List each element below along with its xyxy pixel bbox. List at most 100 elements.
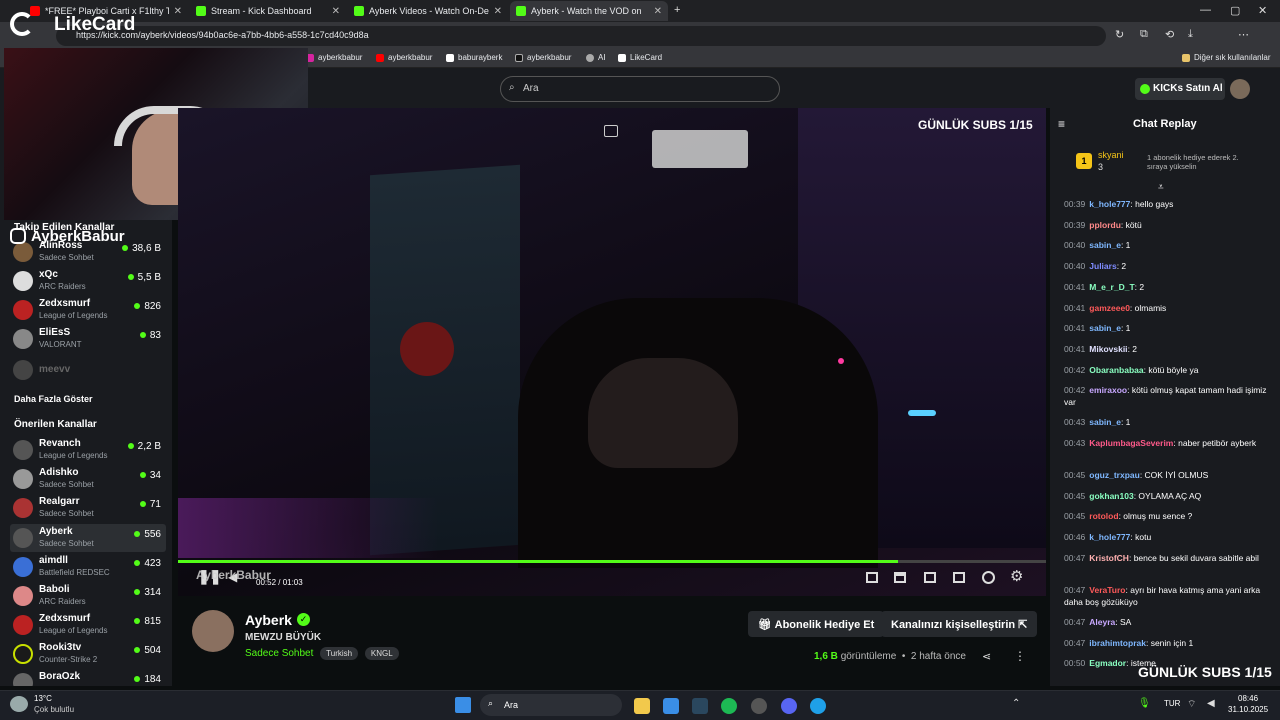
- fullscreen-icon[interactable]: [953, 572, 965, 583]
- chat-username[interactable]: KristofCH: [1089, 553, 1129, 563]
- discord-icon[interactable]: [781, 698, 797, 714]
- chat-username[interactable]: k_hole777: [1089, 199, 1130, 209]
- chat-username[interactable]: ibrahimtoprak: [1089, 638, 1146, 648]
- tray-expand-icon[interactable]: ⌃: [1012, 698, 1020, 709]
- channel-name[interactable]: Ayberk: [245, 612, 292, 628]
- chat-username[interactable]: oguz_trxpau: [1089, 470, 1140, 480]
- chat-username[interactable]: gamzeee0: [1089, 303, 1130, 313]
- category-link[interactable]: Sadece Sohbet: [245, 648, 313, 659]
- sidebar-item-baboli[interactable]: Baboli ARC Raiders 314: [10, 582, 166, 610]
- progress-bar[interactable]: [178, 560, 1046, 563]
- sidebar-item-xqc[interactable]: xQc ARC Raiders 5,5 B: [10, 267, 166, 295]
- chat-username[interactable]: M_e_r_D_T: [1089, 282, 1134, 292]
- close-window-button[interactable]: ✕: [1258, 4, 1267, 17]
- menu-icon[interactable]: ⋯: [1238, 28, 1249, 41]
- theater-mode-icon[interactable]: [924, 572, 936, 583]
- other-bookmarks[interactable]: Diğer sık kullanılanlar: [1182, 53, 1270, 62]
- avatar[interactable]: [1230, 79, 1250, 99]
- maximize-button[interactable]: ▢: [1230, 4, 1240, 17]
- sidebar-item-ayberk[interactable]: Ayberk Sadece Sohbet 556: [10, 524, 166, 552]
- gift-subscription-button[interactable]: 🎁︎ Abonelik Hediye Et: [748, 611, 885, 637]
- show-more-link[interactable]: Daha Fazla Göster: [14, 394, 93, 404]
- chat-username[interactable]: sabin_e: [1089, 323, 1121, 333]
- spotify-icon[interactable]: [721, 698, 737, 714]
- chat-timestamp: 00:39: [1064, 219, 1086, 230]
- bookmark-tiktok[interactable]: ayberkbabur: [515, 53, 571, 62]
- clip-icon[interactable]: [894, 572, 906, 583]
- chat-username[interactable]: Obaranbabaa: [1089, 365, 1143, 375]
- chat-username[interactable]: Mikovskii: [1089, 344, 1127, 354]
- sidebar-item-boraozk[interactable]: BoraOzk 184: [10, 669, 166, 686]
- chat-username[interactable]: Aleyra: [1089, 617, 1115, 627]
- windows-start-icon[interactable]: [455, 697, 471, 713]
- sidebar-item-revanch[interactable]: Revanch League of Legends 2,2 B: [10, 436, 166, 464]
- filter-icon[interactable]: ⩡: [1158, 182, 1164, 193]
- search-input[interactable]: ⌕ Ara: [500, 76, 780, 102]
- close-icon[interactable]: ✕: [494, 6, 502, 17]
- chat-username[interactable]: KaplumbagaSeverim: [1089, 438, 1173, 448]
- settings-gear-icon[interactable]: ⚙: [1010, 567, 1023, 585]
- more-options-icon[interactable]: ⋮: [1014, 649, 1026, 663]
- customize-channel-button[interactable]: Kanalınızı kişiselleştirin ⇱: [881, 611, 1038, 637]
- chat-username[interactable]: gokhan103: [1089, 491, 1133, 501]
- chat-username[interactable]: k_hole777: [1089, 532, 1130, 542]
- browser-tab-4[interactable]: Ayberk - Watch the VOD on ✕: [510, 1, 668, 21]
- sidebar-item-rooki3tv[interactable]: Rooki3tv Counter-Strike 2 504: [10, 640, 166, 668]
- bookmark-likecard[interactable]: LikeCard: [618, 53, 662, 62]
- sidebar-item-adishko[interactable]: Adishko Sadece Sohbet 34: [10, 465, 166, 493]
- chat-username[interactable]: pplordu: [1089, 220, 1121, 230]
- chat-username[interactable]: Juliars: [1089, 261, 1116, 271]
- app-icon[interactable]: [751, 698, 767, 714]
- download-icon[interactable]: ⤓: [1188, 28, 1193, 41]
- miniplayer-icon[interactable]: [866, 572, 878, 583]
- sidebar-item-meevv[interactable]: meevv: [10, 356, 166, 384]
- chat-username[interactable]: VeraTuro: [1089, 585, 1125, 595]
- minimize-button[interactable]: —: [1200, 4, 1211, 16]
- share-icon[interactable]: ⋖: [982, 650, 991, 663]
- browser-tab-3[interactable]: Ayberk Videos - Watch On-Dema ✕: [348, 1, 508, 21]
- store-icon[interactable]: [663, 698, 679, 714]
- chat-username[interactable]: sabin_e: [1089, 417, 1121, 427]
- chat-username[interactable]: Egmador: [1089, 658, 1126, 668]
- steam-icon[interactable]: [692, 698, 708, 714]
- url-field[interactable]: https://kick.com/ayberk/videos/94b0ac6e-…: [56, 26, 1106, 46]
- chat-username[interactable]: rotolod: [1089, 511, 1118, 521]
- channel-avatar[interactable]: [192, 610, 234, 652]
- sidebar-item-aimdll[interactable]: aimdll Battlefield REDSEC 423: [10, 553, 166, 581]
- tag-kngl[interactable]: KNGL: [364, 647, 399, 660]
- close-icon[interactable]: ✕: [654, 6, 662, 17]
- sidebar-item-realgarr[interactable]: Realgarr Sadece Sohbet 71: [10, 494, 166, 522]
- collapse-chat-icon[interactable]: ≡: [1058, 117, 1065, 131]
- network-icon[interactable]: ⌔: [1187, 698, 1196, 711]
- history-icon[interactable]: ⟲: [1165, 28, 1174, 41]
- refresh-icon[interactable]: ↻: [1115, 28, 1124, 41]
- taskbar-search[interactable]: ⌕ Ara: [480, 694, 622, 716]
- sidebar-item-zedxsmurf[interactable]: Zedxsmurf League of Legends 826: [10, 296, 166, 324]
- close-icon[interactable]: ✕: [174, 6, 182, 17]
- volume-tray-icon[interactable]: ◀: [1207, 698, 1215, 709]
- close-icon[interactable]: ✕: [332, 6, 340, 17]
- daily-subs-overlay: GÜNLÜK SUBS 1/15: [1138, 664, 1272, 680]
- clock-time[interactable]: 08:46: [1238, 694, 1258, 703]
- weather-temp[interactable]: 13°C: [34, 694, 52, 703]
- tag-turkish[interactable]: Turkish: [320, 647, 359, 660]
- video-player[interactable]: GÜNLÜK SUBS 1/15 ❚❚ ◀ AyberkBabur 00:52 …: [178, 108, 1046, 596]
- file-explorer-icon[interactable]: [634, 698, 650, 714]
- sidebar-item-zedxsmurf-2[interactable]: Zedxsmurf League of Legends 815: [10, 611, 166, 639]
- bookmark-youtube[interactable]: ayberkbabur: [376, 53, 432, 62]
- microphone-icon[interactable]: 🎙︎: [1138, 698, 1151, 709]
- sidebar-item-eliess[interactable]: EliEsS VALORANT 83: [10, 325, 166, 353]
- edge-icon[interactable]: [810, 698, 826, 714]
- bookmark-ai[interactable]: AI: [586, 53, 606, 62]
- new-tab-button[interactable]: +: [674, 4, 680, 16]
- playback-speed-icon[interactable]: [982, 571, 995, 584]
- bookmark-instagram[interactable]: ayberkbabur: [306, 53, 362, 62]
- pip-icon[interactable]: [604, 125, 618, 137]
- extensions-icon[interactable]: ⧉: [1140, 28, 1148, 41]
- buy-kicks-button[interactable]: KICKs Satın Al: [1135, 78, 1225, 100]
- bookmark-x[interactable]: baburayberk: [446, 53, 502, 62]
- chat-username[interactable]: emiraxoo: [1089, 385, 1127, 395]
- browser-tab-2[interactable]: Stream - Kick Dashboard ✕: [190, 1, 346, 21]
- language-indicator[interactable]: TUR: [1164, 699, 1180, 708]
- chat-username[interactable]: sabin_e: [1089, 240, 1121, 250]
